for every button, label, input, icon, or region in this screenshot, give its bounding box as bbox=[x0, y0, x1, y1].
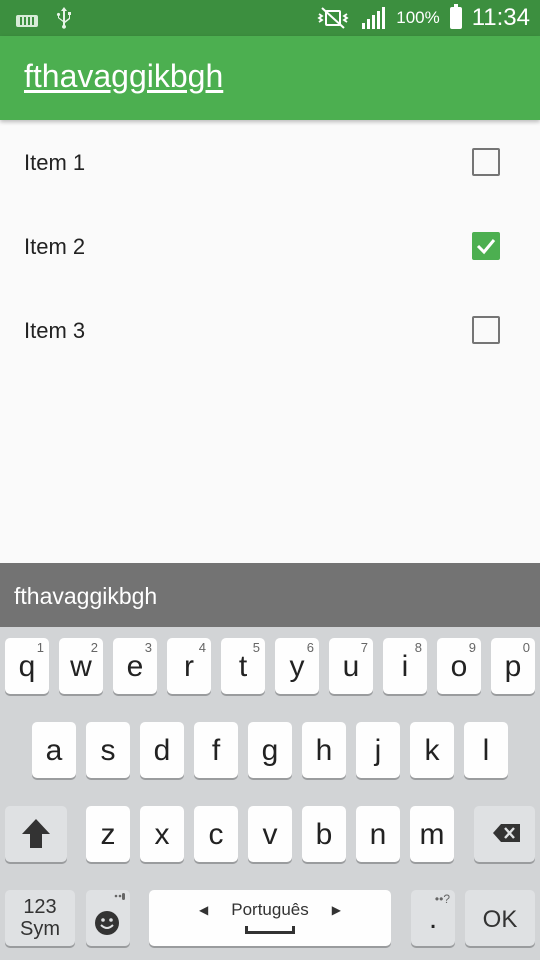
space-key[interactable]: ◀ Português ▶ bbox=[149, 890, 391, 946]
key-h[interactable]: h bbox=[302, 722, 346, 778]
emoji-key[interactable] bbox=[86, 890, 130, 946]
key-i[interactable]: i8 bbox=[383, 638, 427, 694]
app-title[interactable]: fthavaggikbgh bbox=[24, 58, 223, 95]
list-item[interactable]: Item 1 bbox=[0, 120, 540, 204]
right-arrow-icon: ▶ bbox=[331, 903, 341, 917]
checkbox[interactable] bbox=[472, 316, 500, 344]
clock: 11:34 bbox=[471, 4, 530, 31]
key-z[interactable]: z bbox=[86, 806, 130, 862]
key-e[interactable]: e3 bbox=[113, 638, 157, 694]
keyboard: q1 w2 e3 r4 t5 y6 u7 i8 o9 p0 a s d f g … bbox=[0, 627, 540, 960]
suggestion-strip: fthavaggikbgh bbox=[0, 563, 540, 627]
list-item-label: Item 2 bbox=[24, 234, 86, 259]
key-o[interactable]: o9 bbox=[437, 638, 481, 694]
key-t[interactable]: t5 bbox=[221, 638, 265, 694]
key-x[interactable]: x bbox=[140, 806, 184, 862]
key-s[interactable]: s bbox=[86, 722, 130, 778]
shift-arrow-icon bbox=[22, 819, 50, 848]
list-item-label: Item 1 bbox=[24, 150, 86, 175]
key-p[interactable]: p0 bbox=[491, 638, 535, 694]
status-bar: 100% 11:34 bbox=[0, 0, 540, 36]
checkmark-icon bbox=[476, 239, 496, 255]
language-label: Português bbox=[231, 900, 309, 919]
space-icon bbox=[245, 926, 295, 934]
battery-icon bbox=[449, 4, 462, 29]
key-y[interactable]: y6 bbox=[275, 638, 319, 694]
key-j[interactable]: j bbox=[356, 722, 400, 778]
shift-key[interactable] bbox=[5, 806, 67, 862]
backspace-icon bbox=[493, 824, 520, 842]
list-item-label: Item 3 bbox=[24, 318, 86, 343]
list-item[interactable]: Item 3 bbox=[0, 288, 540, 372]
key-k[interactable]: k bbox=[410, 722, 454, 778]
symbols-key[interactable]: 123 Sym bbox=[5, 890, 75, 946]
key-d[interactable]: d bbox=[140, 722, 184, 778]
key-l[interactable]: l bbox=[464, 722, 508, 778]
key-a[interactable]: a bbox=[32, 722, 76, 778]
key-f[interactable]: f bbox=[194, 722, 238, 778]
key-w[interactable]: w2 bbox=[59, 638, 103, 694]
key-v[interactable]: v bbox=[248, 806, 292, 862]
suggestion-word[interactable]: fthavaggikbgh bbox=[14, 583, 157, 610]
key-u[interactable]: u7 bbox=[329, 638, 373, 694]
battery-percent: 100% bbox=[396, 8, 440, 27]
key-m[interactable]: m bbox=[410, 806, 454, 862]
signal-icon bbox=[362, 7, 386, 29]
app-bar: fthavaggikbgh bbox=[0, 36, 540, 120]
key-b[interactable]: b bbox=[302, 806, 346, 862]
usb-icon bbox=[56, 7, 71, 29]
key-c[interactable]: c bbox=[194, 806, 238, 862]
ok-key[interactable]: OK bbox=[465, 890, 535, 946]
checkbox[interactable] bbox=[472, 148, 500, 176]
key-g[interactable]: g bbox=[248, 722, 292, 778]
key-q[interactable]: q1 bbox=[5, 638, 49, 694]
keyboard-notification-icon bbox=[16, 15, 38, 27]
smiley-icon bbox=[95, 893, 125, 935]
key-n[interactable]: n bbox=[356, 806, 400, 862]
backspace-key[interactable] bbox=[474, 806, 535, 862]
item-list: Item 1 Item 2 Item 3 bbox=[0, 120, 540, 372]
checkbox[interactable] bbox=[472, 232, 500, 260]
vibrate-mute-icon bbox=[317, 7, 349, 29]
key-r[interactable]: r4 bbox=[167, 638, 211, 694]
period-key[interactable]: ••? . bbox=[411, 890, 455, 946]
list-item[interactable]: Item 2 bbox=[0, 204, 540, 288]
